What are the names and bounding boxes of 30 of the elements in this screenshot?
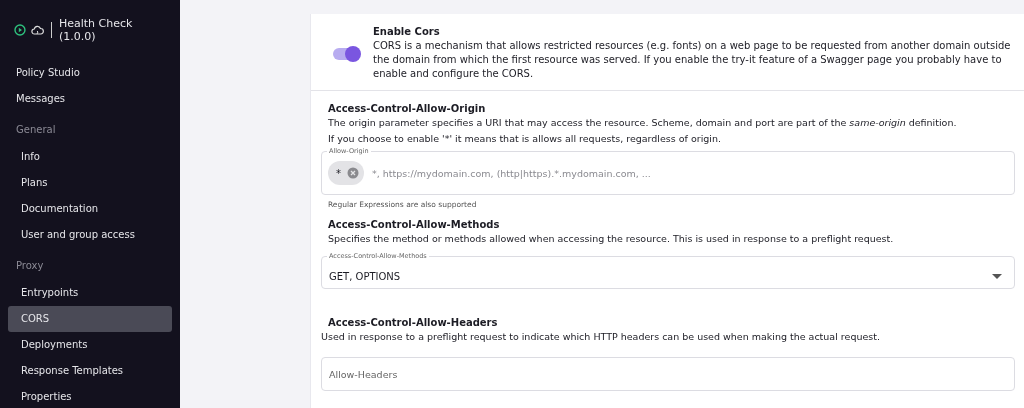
api-title: Health Check (1.0.0): [58, 17, 134, 43]
sidebar-item[interactable]: Response Templates: [8, 358, 172, 384]
sidebar-item[interactable]: Info: [8, 144, 172, 170]
remove-icon[interactable]: [347, 167, 359, 179]
cloud-icon: [30, 24, 44, 36]
section-header: Proxy: [15, 259, 45, 273]
section-description: The origin parameter specifies a URI that may access the resource. Scheme, domain and port are part of the same-origin definition.: [327, 116, 958, 130]
play-icon: [14, 24, 26, 36]
section-description: Specifies the method or methods allowed when accessing the resource. This is used in response to a preflight request.: [327, 232, 895, 246]
section-description: Used in response to a preflight request to indicate which HTTP headers can be used when making the actual request.: [321, 330, 881, 344]
sidebar-item[interactable]: Entrypoints: [8, 280, 172, 306]
sidebar-item[interactable]: Plans: [8, 170, 172, 196]
chip[interactable]: *: [328, 161, 364, 185]
section-title: Access-Control-Allow-Methods: [327, 219, 501, 230]
sidebar-item[interactable]: User and group access: [8, 222, 172, 248]
setting-description: CORS is a mechanism that allows restricted resources (e.g. fonts) on a web page to be requested from another domain outside the domain from which the first resource was served. If you enable the try-it feature of a Swagger page you probably have to enable and configure the CORS.: [373, 39, 1012, 81]
dropdown-caret-icon: [992, 274, 1002, 279]
sidebar-item[interactable]: CORS: [8, 306, 172, 332]
section-description: If you choose to enable '*' it means that is allows all requests, regardless of origin.: [327, 132, 722, 146]
toggle-switch[interactable]: [333, 48, 359, 60]
section-title: Access-Control-Allow-Headers: [327, 317, 499, 328]
sidebar-item[interactable]: Documentation: [8, 196, 172, 222]
sidebar-item[interactable]: Policy Studio: [8, 60, 172, 86]
setting-title: Enable Cors: [373, 26, 441, 37]
sidebar-item[interactable]: Messages: [8, 86, 172, 112]
sidebar-item[interactable]: Deployments: [8, 332, 172, 358]
sidebar-item[interactable]: Properties: [8, 384, 172, 408]
section-header: General: [15, 123, 57, 137]
headers-field[interactable]: Allow-Headers: [321, 357, 1015, 391]
section-title: Access-Control-Allow-Origin: [327, 103, 487, 114]
